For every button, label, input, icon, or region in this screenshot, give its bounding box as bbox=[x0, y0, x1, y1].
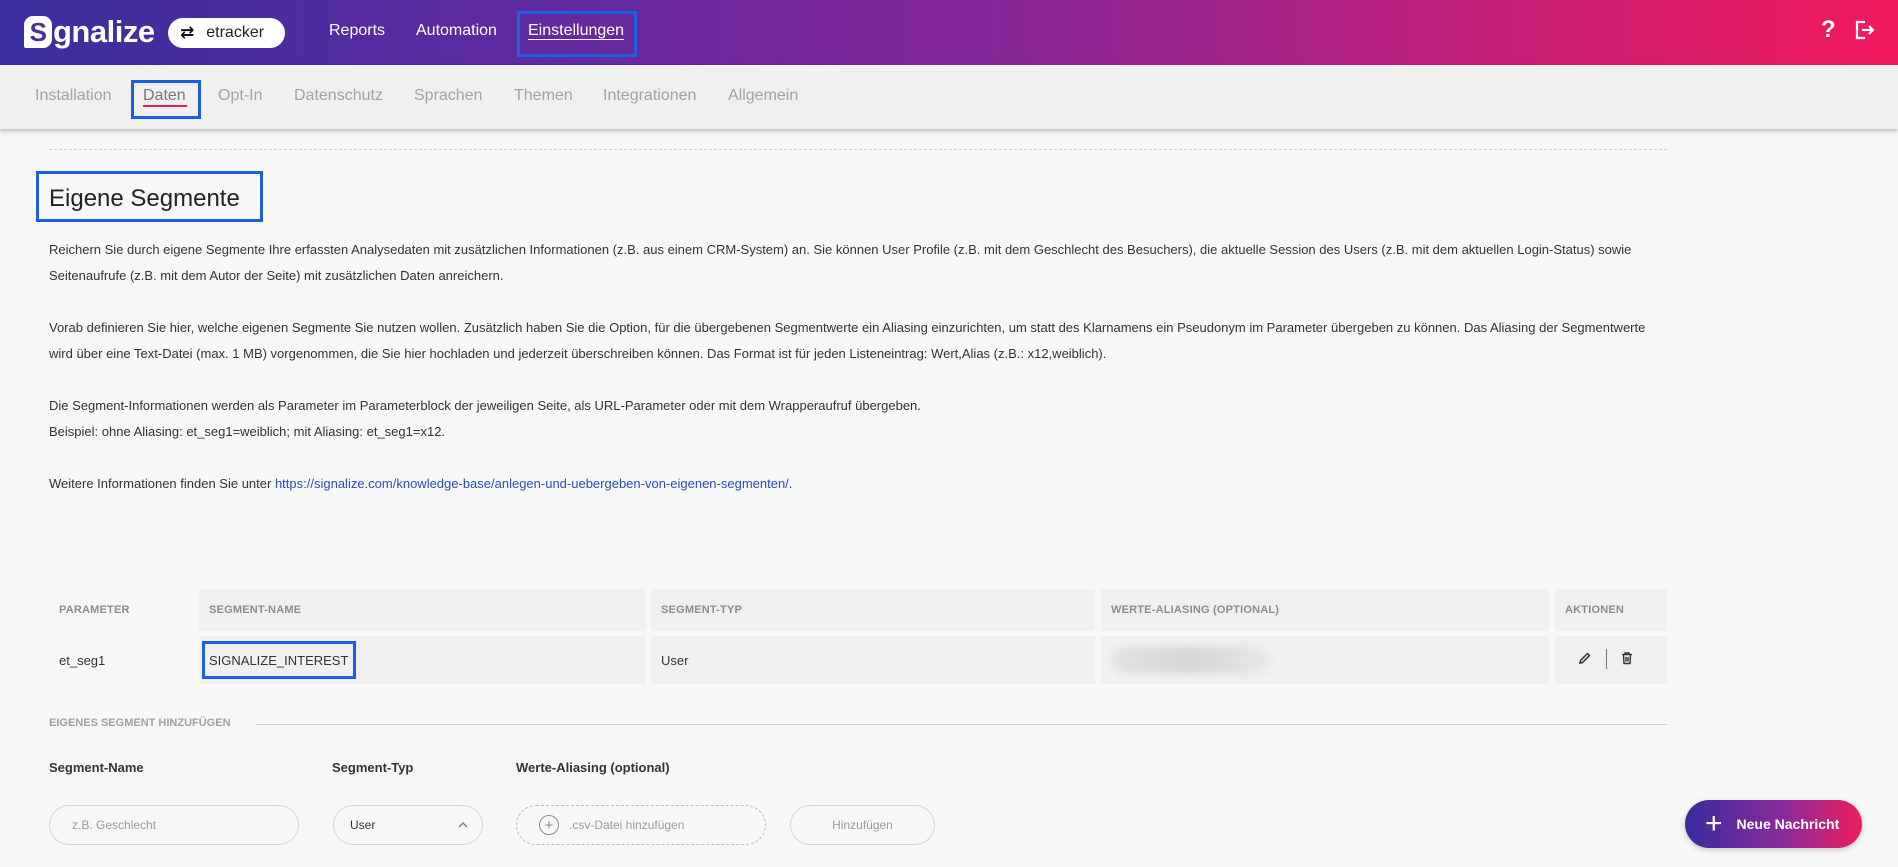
csv-upload-label: .csv-Datei hinzufügen bbox=[569, 818, 685, 832]
more-info-suffix: . bbox=[788, 476, 793, 491]
section-divider bbox=[49, 149, 1667, 150]
new-message-button[interactable]: + Neue Nachricht bbox=[1685, 800, 1862, 848]
subtab-sprachen[interactable]: Sprachen bbox=[414, 87, 483, 105]
aliasing-blurred-value bbox=[1111, 646, 1271, 674]
subtab-themen[interactable]: Themen bbox=[514, 87, 573, 105]
page-title: Eigene Segmente bbox=[49, 185, 240, 212]
action-separator bbox=[1606, 649, 1607, 669]
subtab-allgemein[interactable]: Allgemein bbox=[728, 87, 798, 105]
nav-reports[interactable]: Reports bbox=[329, 22, 385, 40]
settings-subnav bbox=[0, 65, 1898, 129]
subtab-installation[interactable]: Installation bbox=[35, 87, 112, 105]
nav-settings[interactable]: Einstellungen bbox=[528, 22, 624, 40]
csv-upload-button[interactable]: + .csv-Datei hinzufügen bbox=[516, 805, 766, 845]
highlight-box-segment-name bbox=[202, 641, 356, 679]
account-name: etracker bbox=[206, 24, 265, 41]
new-message-label: Neue Nachricht bbox=[1736, 816, 1840, 832]
subtab-opt-in[interactable]: Opt-In bbox=[218, 87, 262, 105]
logout-icon[interactable] bbox=[1853, 19, 1875, 48]
more-info-paragraph: Weitere Informationen finden Sie unter h… bbox=[49, 471, 1669, 497]
column-header-segment-name: SEGMENT-NAME bbox=[199, 589, 646, 631]
logo-mark: S bbox=[24, 16, 52, 48]
add-circle-icon: + bbox=[539, 815, 559, 835]
transfer-paragraph: Die Segment-Informationen werden als Par… bbox=[49, 398, 921, 413]
add-segment-divider bbox=[256, 724, 1667, 725]
segment-name-input[interactable] bbox=[72, 818, 298, 832]
segment-type-value: User bbox=[350, 818, 376, 832]
cell-parameter: et_seg1 bbox=[59, 652, 106, 668]
segment-type-label: Segment-Typ bbox=[332, 760, 414, 775]
column-header-parameter: PARAMETER bbox=[59, 604, 130, 616]
column-header-actions: AKTIONEN bbox=[1555, 589, 1667, 631]
trash-icon[interactable] bbox=[1620, 651, 1634, 669]
segment-type-select[interactable]: User bbox=[333, 805, 483, 845]
chevron-up-icon bbox=[458, 819, 468, 831]
knowledge-base-link[interactable]: https://signalize.com/knowledge-base/anl… bbox=[275, 476, 789, 491]
highlight-box-daten bbox=[131, 80, 201, 119]
top-bar: Sgnalize ⇄ etracker Reports Automation E… bbox=[0, 0, 1898, 65]
edit-icon[interactable] bbox=[1578, 651, 1592, 669]
help-icon[interactable]: ? bbox=[1821, 16, 1836, 44]
nav-automation[interactable]: Automation bbox=[416, 22, 497, 40]
cell-actions bbox=[1555, 636, 1667, 684]
aliasing-label: Werte-Aliasing (optional) bbox=[516, 760, 670, 775]
more-info-prefix: Weitere Informationen finden Sie unter bbox=[49, 476, 275, 491]
logo-text: gnalize bbox=[53, 14, 155, 49]
subtab-datenschutz[interactable]: Datenschutz bbox=[294, 87, 383, 105]
segment-name-label: Segment-Name bbox=[49, 760, 144, 775]
add-segment-heading: EIGENES SEGMENT HINZUFÜGEN bbox=[49, 717, 231, 729]
swap-arrows-icon: ⇄ bbox=[180, 23, 195, 42]
cell-segment-type: User bbox=[651, 636, 1095, 684]
aliasing-paragraph: Vorab definieren Sie hier, welche eigene… bbox=[49, 320, 1646, 361]
column-header-aliasing: WERTE-ALIASING (OPTIONAL) bbox=[1101, 589, 1549, 631]
account-switcher[interactable]: ⇄ etracker bbox=[168, 18, 285, 48]
signalize-logo[interactable]: Sgnalize bbox=[24, 13, 155, 51]
segment-name-field bbox=[49, 805, 299, 845]
cell-aliasing bbox=[1101, 636, 1549, 684]
subtab-integrationen[interactable]: Integrationen bbox=[603, 87, 696, 105]
column-header-segment-type: SEGMENT-TYP bbox=[651, 589, 1095, 631]
example-paragraph: Beispiel: ohne Aliasing: et_seg1=weiblic… bbox=[49, 424, 446, 439]
add-segment-button[interactable]: Hinzufügen bbox=[790, 805, 935, 845]
intro-paragraph: Reichern Sie durch eigene Segmente Ihre … bbox=[49, 242, 1632, 283]
plus-icon: + bbox=[1705, 807, 1723, 840]
